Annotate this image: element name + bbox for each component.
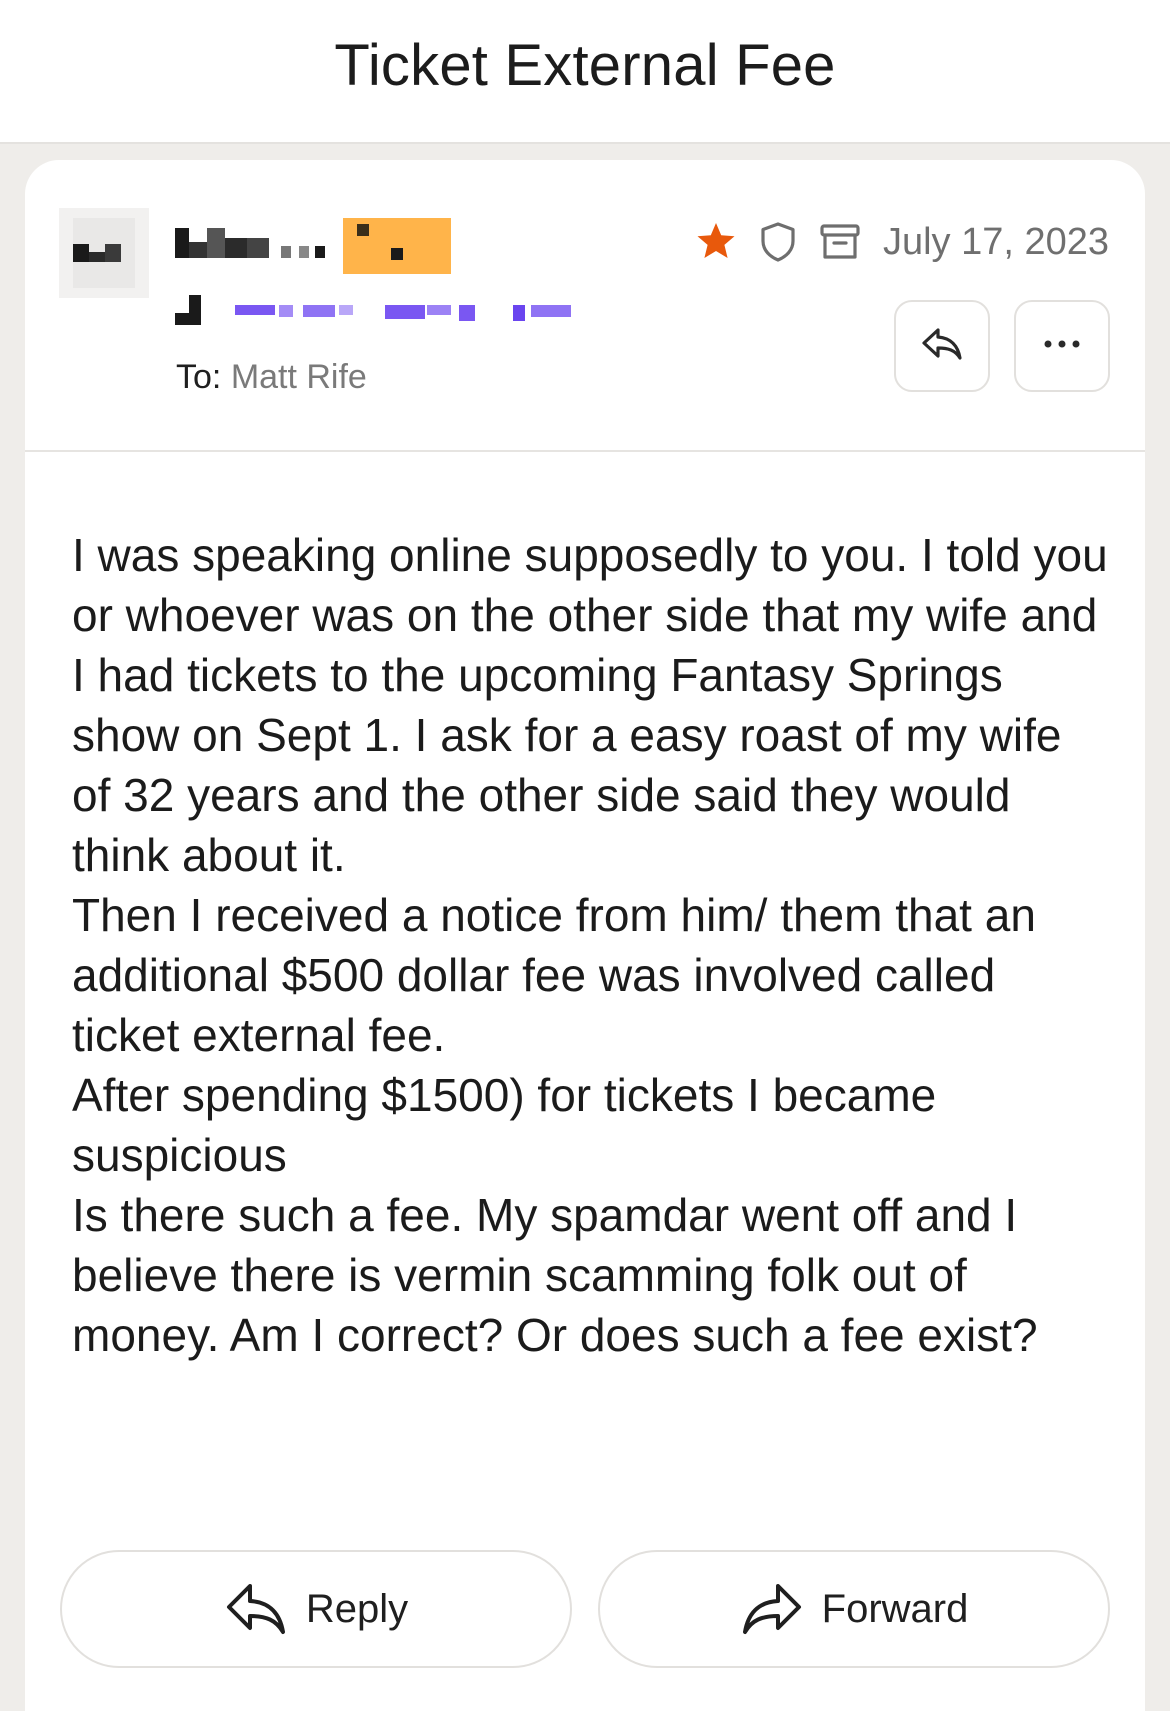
- forward-label: Forward: [821, 1586, 969, 1631]
- body-paragraph: Is there such a fee. My spamdar went off…: [72, 1189, 1038, 1361]
- header-divider: [25, 450, 1145, 452]
- shield-icon[interactable]: [755, 219, 801, 265]
- reply-label: Reply: [305, 1586, 409, 1631]
- sender-email-redacted: [175, 295, 625, 339]
- sender-name-redacted: [175, 218, 465, 276]
- message-date: July 17, 2023: [882, 220, 1109, 263]
- body-paragraph: After spending $1500) for tickets I beca…: [72, 1069, 950, 1181]
- recipient-line: To: Matt Rife: [176, 354, 367, 400]
- email-card: To: Matt Rife July 17, 2023 I was speaki…: [25, 160, 1145, 1711]
- recipient-label: To:: [176, 358, 222, 396]
- body-paragraph: I was speaking online supposedly to you.…: [72, 529, 1121, 881]
- header-reply-button[interactable]: [894, 300, 990, 392]
- reply-icon: [226, 1584, 285, 1634]
- star-icon[interactable]: [693, 219, 739, 265]
- reply-icon: [920, 324, 964, 369]
- recipient-name[interactable]: Matt Rife: [231, 358, 367, 396]
- forward-button[interactable]: Forward: [598, 1550, 1110, 1668]
- message-meta: July 17, 2023: [693, 212, 1109, 272]
- reply-button[interactable]: Reply: [60, 1550, 572, 1668]
- header-more-button[interactable]: [1014, 300, 1110, 392]
- body-paragraph: Then I received a notice from him/ them …: [72, 889, 1049, 1061]
- message-body: I was speaking online supposedly to you.…: [72, 525, 1112, 1365]
- archive-icon[interactable]: [817, 219, 863, 265]
- top-bar: Ticket External Fee: [0, 0, 1170, 144]
- more-icon: [1040, 337, 1084, 355]
- email-subject: Ticket External Fee: [334, 33, 836, 98]
- forward-icon: [742, 1584, 801, 1634]
- sender-avatar[interactable]: [59, 208, 149, 298]
